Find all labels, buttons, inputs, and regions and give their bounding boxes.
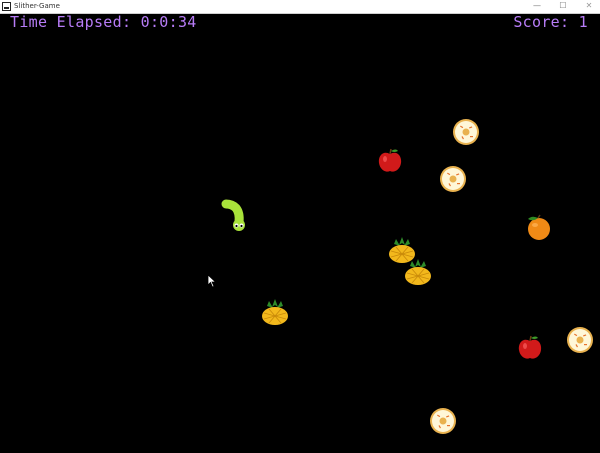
app-icon — [2, 2, 11, 11]
window-title: Slither-Game — [14, 2, 60, 10]
maximize-button[interactable]: ☐ — [550, 0, 576, 13]
pineapple-food — [262, 299, 288, 325]
donut-food — [567, 327, 593, 353]
mouse-cursor-icon — [207, 274, 217, 288]
game-canvas[interactable]: Time Elapsed: 0:0:34 Score: 1 — [0, 14, 600, 453]
donut-food — [430, 408, 456, 434]
score: Score: 1 — [513, 13, 588, 31]
orange-food — [528, 214, 550, 240]
minimize-button[interactable]: — — [524, 0, 550, 13]
time-elapsed: Time Elapsed: 0:0:34 — [10, 13, 197, 31]
apple-food — [518, 335, 542, 359]
apple-food — [378, 148, 402, 172]
pineapple-food — [405, 259, 431, 285]
close-button[interactable]: ✕ — [576, 0, 600, 13]
title-bar: Slither-Game — ☐ ✕ — [0, 0, 600, 14]
donut-food — [440, 166, 466, 192]
game-window: Slither-Game — ☐ ✕ Time Elapsed: 0:0:34 … — [0, 0, 600, 453]
snake — [221, 199, 245, 231]
donut-food — [453, 119, 479, 145]
